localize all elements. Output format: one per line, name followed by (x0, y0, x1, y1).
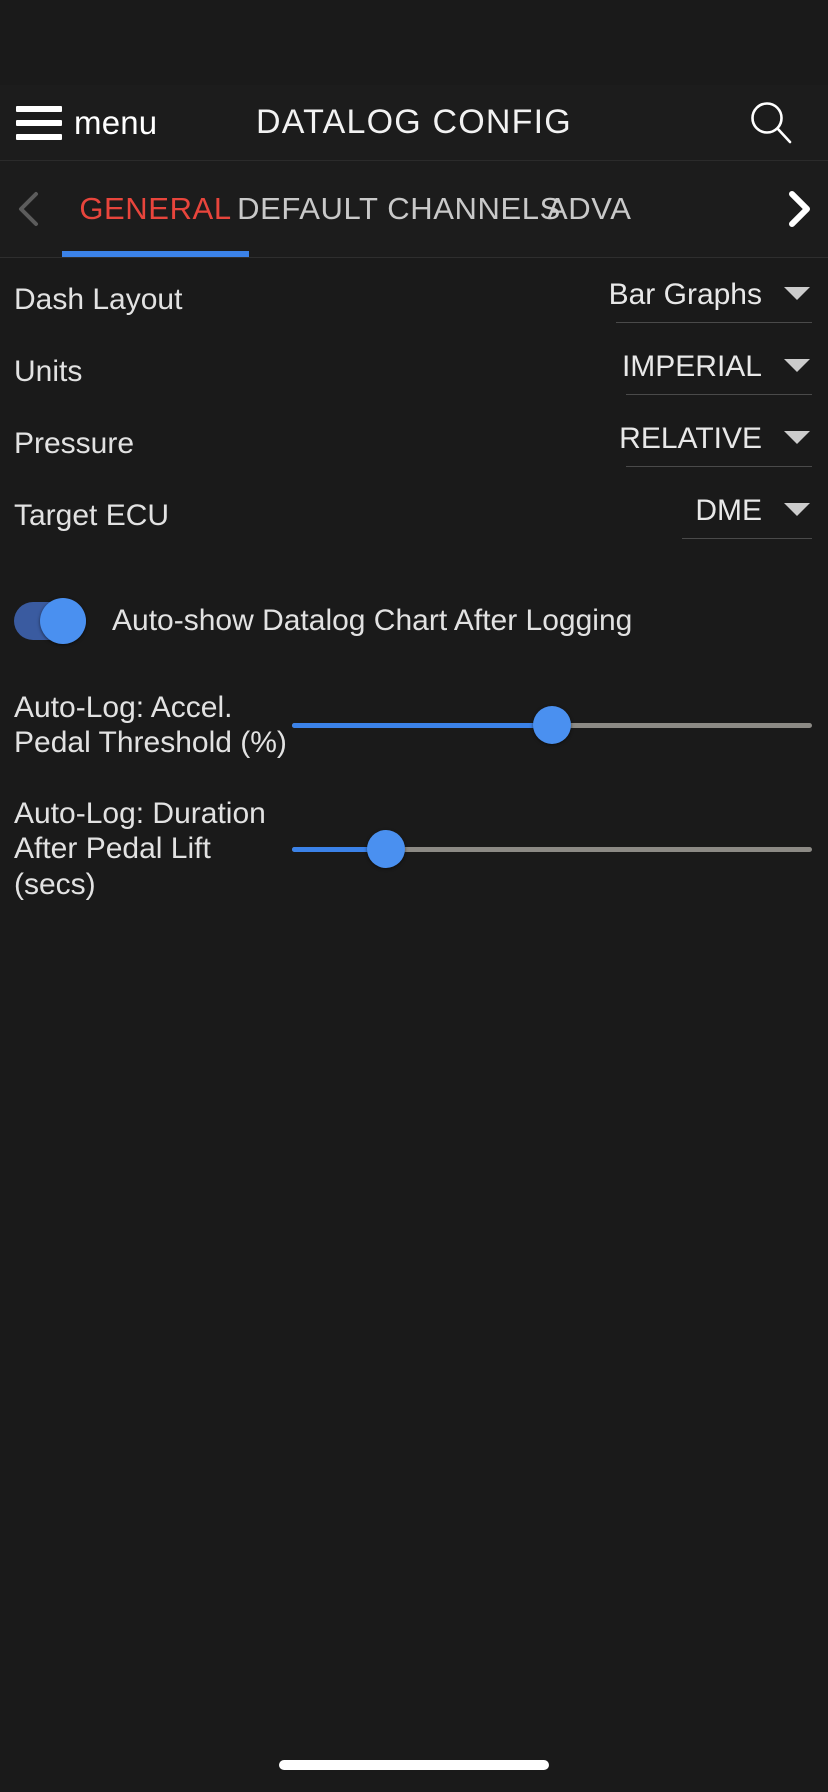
tab-advanced-label: ADVA (547, 191, 632, 226)
dropdown-units[interactable]: IMPERIAL (622, 350, 812, 395)
tab-bar: GENERAL DEFAULT CHANNELS ADVA (0, 161, 828, 258)
dropdown-dash-layout[interactable]: Bar Graphs (609, 278, 812, 323)
dropdown-target-ecu[interactable]: DME (682, 494, 812, 539)
setting-label-target-ecu: Target ECU (14, 499, 170, 532)
chevron-down-icon (784, 430, 810, 444)
setting-row-pressure: Pressure RELATIVE (0, 414, 828, 474)
setting-row-pedal-threshold: Auto-Log: Accel. Pedal Threshold (%) (0, 682, 828, 768)
setting-label-pressure: Pressure (14, 427, 135, 460)
toggle-auto-show-chart-label: Auto-show Datalog Chart After Logging (112, 604, 633, 637)
status-bar (0, 0, 828, 85)
dropdown-target-ecu-value: DME (695, 493, 762, 527)
home-indicator (279, 1760, 549, 1770)
hamburger-icon (16, 105, 62, 140)
menu-button[interactable]: menu (16, 104, 157, 142)
tab-general[interactable]: GENERAL (60, 161, 251, 257)
slider-knob[interactable] (533, 706, 571, 744)
slider-duration-after-lift[interactable] (292, 826, 812, 872)
slider-fill (292, 722, 552, 728)
tabs-prev-button[interactable] (0, 161, 60, 257)
dropdown-dash-layout-value: Bar Graphs (608, 277, 762, 311)
app-screen: menu DATALOG CONFIG GENERAL DEFAULT CHAN… (0, 0, 828, 1792)
slider-pedal-threshold-label: Auto-Log: Accel. Pedal Threshold (%) (14, 690, 287, 759)
app-bar: menu DATALOG CONFIG (0, 85, 828, 161)
setting-row-target-ecu: Target ECU DME (0, 486, 828, 546)
menu-button-label: menu (74, 103, 158, 141)
tab-advanced[interactable]: ADVA (547, 161, 707, 257)
setting-row-auto-show-chart: Auto-show Datalog Chart After Logging (0, 588, 828, 654)
tab-default-channels-label: DEFAULT CHANNELS (237, 191, 561, 226)
setting-label-units: Units (14, 355, 83, 388)
tab-default-channels[interactable]: DEFAULT CHANNELS (237, 161, 560, 257)
setting-row-dash-layout: Dash Layout Bar Graphs (0, 270, 828, 330)
chevron-down-icon (784, 358, 810, 372)
setting-row-units: Units IMPERIAL (0, 342, 828, 402)
chevron-down-icon (784, 502, 810, 516)
chevron-right-icon (789, 191, 810, 227)
setting-label-dash-layout: Dash Layout (14, 283, 183, 316)
slider-knob[interactable] (366, 830, 405, 869)
dropdown-pressure-value: RELATIVE (619, 421, 762, 455)
setting-row-duration-after-lift: Auto-Log: Duration After Pedal Lift (sec… (0, 796, 828, 902)
dropdown-units-value: IMPERIAL (621, 349, 762, 383)
toggle-auto-show-chart[interactable] (14, 598, 86, 644)
tab-general-label: GENERAL (79, 191, 232, 226)
slider-pedal-threshold[interactable] (292, 702, 812, 748)
slider-duration-after-lift-label: Auto-Log: Duration After Pedal Lift (sec… (14, 797, 266, 901)
chevron-left-icon (19, 192, 38, 226)
settings-list: Dash Layout Bar Graphs Units IMPERIAL Pr… (0, 270, 828, 902)
chevron-down-icon (784, 286, 810, 300)
tabs-next-button[interactable] (768, 161, 828, 257)
tabs-scroll-area[interactable]: GENERAL DEFAULT CHANNELS ADVA (60, 161, 768, 257)
dropdown-pressure[interactable]: RELATIVE (619, 422, 812, 467)
toggle-thumb (40, 598, 86, 644)
search-icon (751, 101, 792, 143)
search-button[interactable] (742, 94, 800, 152)
